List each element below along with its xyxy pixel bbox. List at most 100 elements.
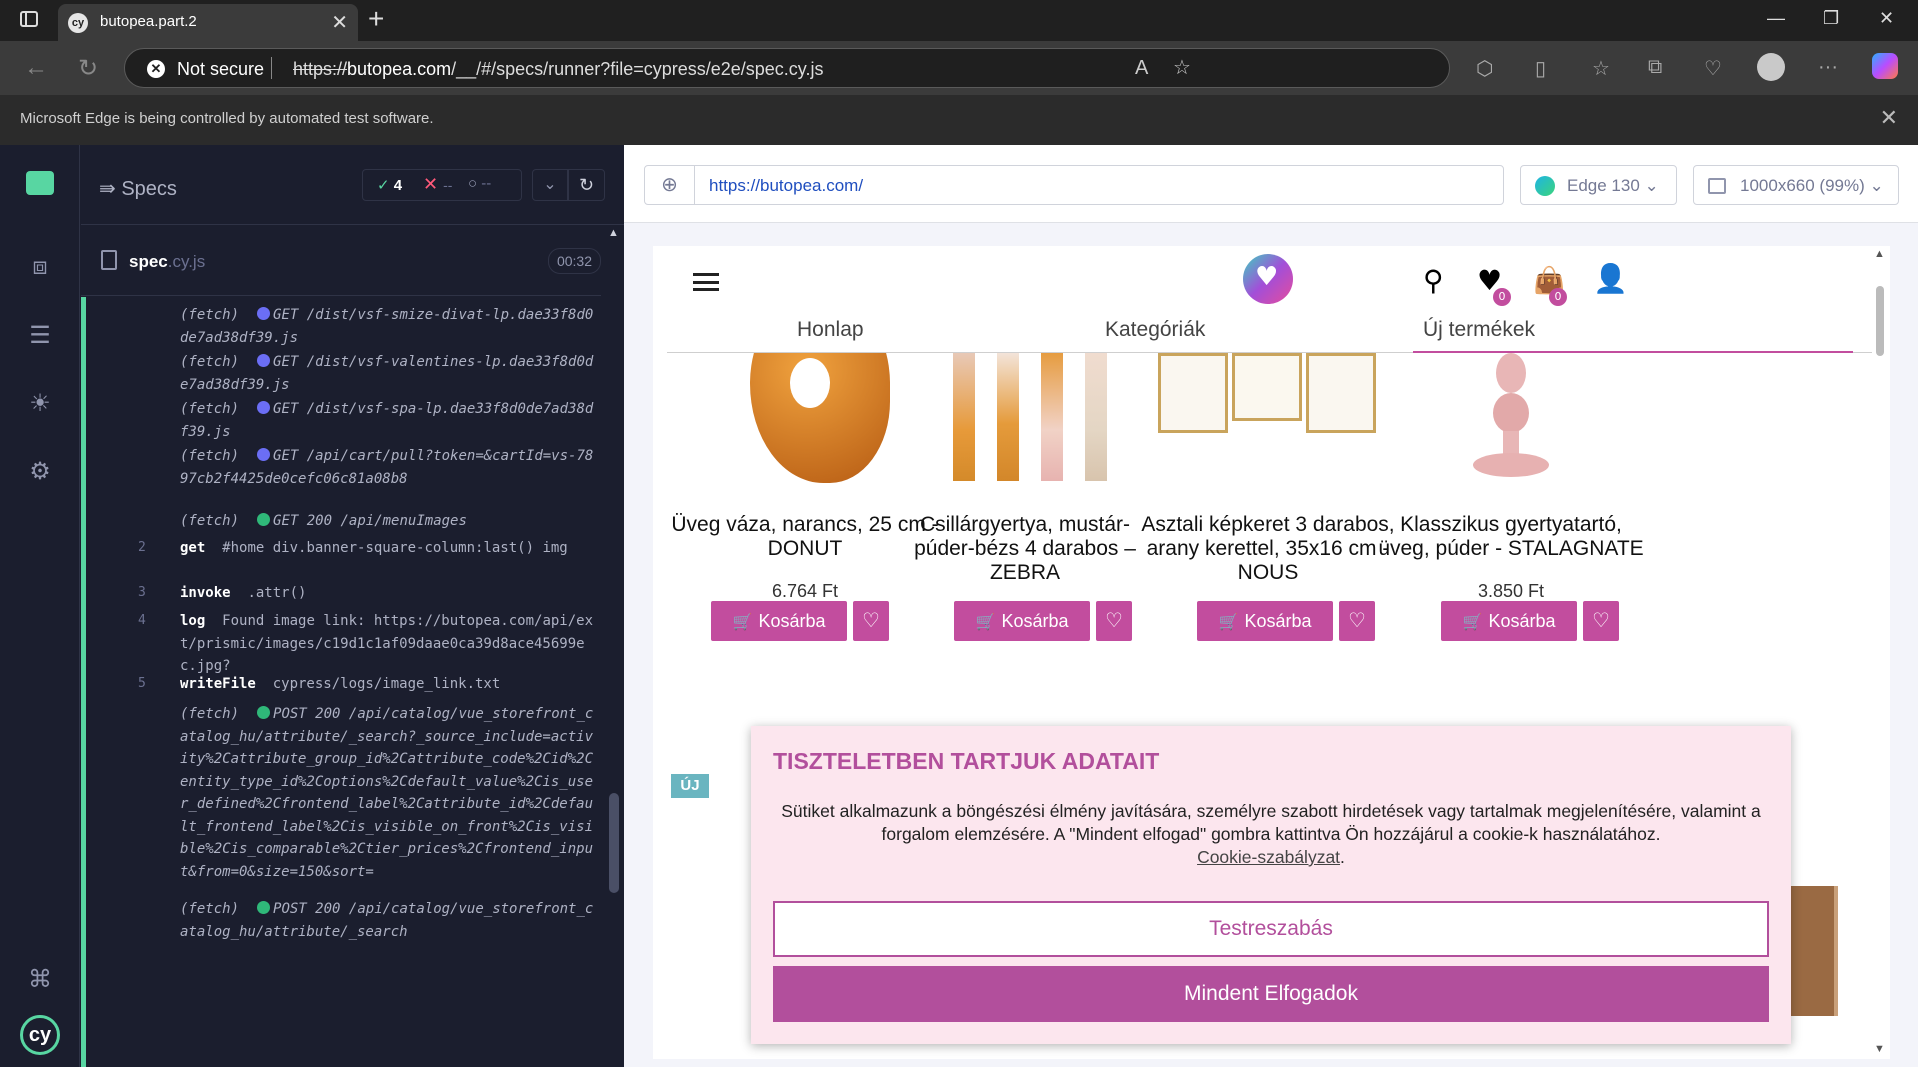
- product-image-candleholder[interactable]: [1401, 353, 1621, 503]
- aut-toolbar: ⊕ https://butopea.com/ Edge 130 ⌄ 1000x6…: [624, 145, 1918, 223]
- close-infobar-icon[interactable]: ✕: [1880, 105, 1898, 131]
- collections-icon[interactable]: ⧉: [1648, 56, 1662, 79]
- request-status-dot: [257, 354, 271, 367]
- product-image-candles[interactable]: [915, 353, 1135, 503]
- security-label[interactable]: Not secure: [177, 59, 264, 80]
- site-scrollbar[interactable]: ▲ ▼: [1872, 246, 1890, 1059]
- product-name[interactable]: Csillárgyertya, mustár-púder-bézs 4 dara…: [885, 513, 1165, 585]
- browser-essentials-icon[interactable]: ♡: [1704, 56, 1722, 81]
- favorites-icon[interactable]: ☆: [1592, 56, 1610, 81]
- read-aloud-icon[interactable]: A: [1135, 57, 1148, 80]
- address-url[interactable]: https://butopea.com/__/#/specs/runner?fi…: [293, 59, 823, 80]
- command-name: log: [180, 613, 206, 629]
- more-options-icon[interactable]: ···: [1818, 56, 1838, 79]
- add-to-cart-button[interactable]: 🛒 Kosárba: [1197, 601, 1333, 641]
- add-to-wishlist-button[interactable]: ♡: [853, 601, 889, 641]
- settings-gear-icon[interactable]: ⚙: [26, 457, 54, 485]
- product-card[interactable]: Asztali képkeret 3 darabos, arany kerett…: [1128, 353, 1408, 626]
- command-number: 4: [138, 613, 146, 628]
- spec-duration: 00:32: [547, 248, 601, 274]
- spec-file-name[interactable]: spec.cy.js: [129, 252, 205, 272]
- rerun-tests-button[interactable]: ↻: [568, 169, 605, 201]
- scrollbar-thumb[interactable]: [609, 793, 619, 893]
- extensions-icon[interactable]: ⬡: [1476, 56, 1493, 81]
- reporter-scrollbar[interactable]: ▲: [607, 225, 621, 1067]
- viewport-selector[interactable]: 1000x660 (99%) ⌄: [1693, 165, 1899, 205]
- aut-url[interactable]: https://butopea.com/: [709, 176, 863, 196]
- product-image-vase[interactable]: [695, 353, 915, 503]
- customize-button[interactable]: Testreszabás: [773, 901, 1769, 957]
- cookie-policy-link[interactable]: Cookie-szabályzat: [1197, 847, 1340, 867]
- aut-url-field[interactable]: ⊕ https://butopea.com/: [644, 165, 1504, 205]
- add-to-cart-button[interactable]: 🛒 Kosárba: [954, 601, 1090, 641]
- request-status-dot: [257, 513, 271, 526]
- command-name: (fetch): [180, 513, 240, 529]
- profile-avatar[interactable]: [1757, 53, 1785, 81]
- close-tab-icon[interactable]: ✕: [331, 10, 348, 35]
- website-preview: ⚲ ♥ 0 👜 0 👤 Honlap Kategóriák Új terméke…: [653, 246, 1872, 1059]
- command-number: 2: [138, 540, 146, 555]
- collapse-all-button[interactable]: ⌄: [532, 169, 568, 201]
- keyboard-shortcuts-icon[interactable]: ⌘: [26, 965, 54, 993]
- command-body: get #home div.banner-square-column:last(…: [180, 537, 600, 560]
- scroll-up-icon[interactable]: ▲: [608, 227, 619, 239]
- search-icon[interactable]: ⚲: [1423, 264, 1444, 297]
- site-logo[interactable]: [1243, 254, 1293, 304]
- not-secure-icon: ✕: [147, 60, 165, 78]
- browser-toolbar: ← ↻ ✕ Not secure https://butopea.com/__/…: [0, 41, 1918, 95]
- runs-nav-icon[interactable]: ☰: [26, 321, 54, 349]
- add-to-cart-button[interactable]: 🛒 Kosárba: [1441, 601, 1577, 641]
- request-status-dot: [257, 448, 271, 461]
- browser-tab[interactable]: cy butopea.part.2 ✕: [58, 4, 358, 41]
- selector-playground-icon[interactable]: ⊕: [645, 166, 695, 204]
- automation-infobar: Microsoft Edge is being controlled by au…: [0, 95, 1918, 145]
- close-window-button[interactable]: ✕: [1879, 8, 1894, 29]
- product-name[interactable]: Asztali képkeret 3 darabos, arany kerett…: [1128, 513, 1408, 585]
- account-user-icon[interactable]: 👤: [1593, 262, 1628, 295]
- command-name: writeFile: [180, 676, 256, 692]
- request-method: GET: [273, 513, 299, 529]
- add-to-wishlist-button[interactable]: ♡: [1096, 601, 1132, 641]
- request-url: /api/cart/pull?token=&cartId=vs-7897cb2f…: [180, 448, 594, 487]
- scroll-up-icon[interactable]: ▲: [1874, 248, 1885, 260]
- tab-title: butopea.part.2: [100, 13, 197, 30]
- copilot-icon[interactable]: [1872, 53, 1898, 79]
- split-screen-icon[interactable]: ▯: [1535, 56, 1546, 81]
- command-name: (fetch): [180, 307, 240, 323]
- hamburger-menu-icon[interactable]: [693, 273, 719, 291]
- command-number: 3: [138, 585, 146, 600]
- nav-categories[interactable]: Kategóriák: [1105, 318, 1205, 342]
- scrollbar-thumb[interactable]: [1876, 286, 1884, 356]
- add-to-wishlist-button[interactable]: ♡: [1583, 601, 1619, 641]
- cypress-logo-icon[interactable]: cy: [20, 1015, 60, 1055]
- new-tab-button[interactable]: +: [368, 3, 384, 35]
- browser-selector[interactable]: Edge 130 ⌄: [1520, 165, 1677, 205]
- back-button[interactable]: ←: [24, 54, 48, 82]
- nav-new-products[interactable]: Új termékek: [1423, 318, 1535, 342]
- project-logo-icon[interactable]: [26, 171, 54, 195]
- favorite-star-icon[interactable]: ☆: [1173, 55, 1191, 80]
- command-body: (fetch) GET /dist/vsf-valentines-lp.dae33…: [180, 351, 600, 396]
- product-card[interactable]: Klasszikus gyertyatartó, üveg, púder - S…: [1371, 353, 1651, 602]
- maximize-button[interactable]: ❐: [1823, 8, 1839, 29]
- add-to-cart-button[interactable]: 🛒 Kosárba: [711, 601, 847, 641]
- specs-nav-icon[interactable]: ⧈: [26, 253, 54, 281]
- add-to-wishlist-button[interactable]: ♡: [1339, 601, 1375, 641]
- file-icon: [101, 250, 117, 270]
- product-image-frames[interactable]: [1158, 353, 1378, 503]
- stats-box: ✓ 4 ✕ -- ○ --: [362, 169, 522, 201]
- product-card[interactable]: Csillárgyertya, mustár-púder-bézs 4 dara…: [885, 353, 1165, 626]
- command-body: (fetch) GET /dist/vsf-spa-lp.dae33f8d0de7…: [180, 398, 600, 443]
- passed-count: ✓ 4: [377, 177, 403, 194]
- nav-home[interactable]: Honlap: [797, 318, 864, 342]
- scroll-down-icon[interactable]: ▼: [1874, 1043, 1885, 1055]
- accept-all-button[interactable]: Mindent Elfogadok: [773, 966, 1769, 1022]
- specs-toggle[interactable]: ⇛ Specs: [99, 176, 177, 201]
- address-bar[interactable]: ✕ Not secure https://butopea.com/__/#/sp…: [124, 48, 1450, 88]
- product-name[interactable]: Klasszikus gyertyatartó, üveg, púder - S…: [1371, 513, 1651, 561]
- refresh-button[interactable]: ↻: [78, 54, 98, 83]
- cookie-text: Sütiket alkalmazunk a böngészési élmény …: [781, 801, 1761, 867]
- tab-actions-icon[interactable]: [20, 11, 38, 27]
- debug-nav-icon[interactable]: ☀: [26, 389, 54, 417]
- minimize-button[interactable]: —: [1767, 8, 1785, 29]
